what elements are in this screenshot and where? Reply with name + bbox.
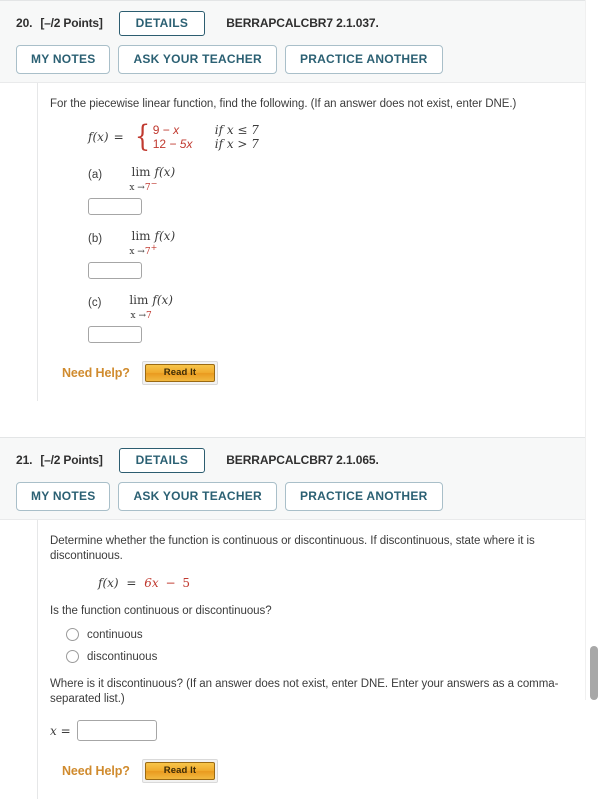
read-it-wrapper: Read It — [141, 759, 219, 783]
limit-function: f(x) — [154, 229, 176, 243]
problem-prompt: Determine whether the function is contin… — [50, 535, 535, 562]
x-answer-row: x = — [50, 720, 601, 741]
limit-part-b: (b) lim f(x) x →7+ — [88, 229, 601, 279]
problem-card-20: 20. [–/2 Points] DETAILS BERRAPCALCBR7 2… — [0, 0, 601, 401]
case-variable: x — [173, 123, 180, 137]
practice-another-button[interactable]: PRACTICE ANOTHER — [284, 482, 443, 511]
problem-header-row-primary: 21. [–/2 Points] DETAILS BERRAPCALCBR7 2… — [0, 447, 601, 473]
piecewise-cases: 9 − x if x ≤ 7 12 − 5x if x > 7 — [153, 123, 259, 151]
function-operator: − — [165, 576, 176, 590]
limit-function: f(x) — [152, 293, 173, 307]
case-numerator: 12 — [152, 137, 167, 151]
radio-option-discontinuous[interactable]: discontinuous — [66, 650, 601, 663]
problem-points: [–/2 Points] — [40, 16, 103, 30]
problem-body-20: For the piecewise linear function, find … — [37, 83, 601, 401]
radio-button-icon[interactable] — [66, 628, 79, 641]
read-it-button[interactable]: Read It — [144, 364, 216, 382]
my-notes-button[interactable]: MY NOTES — [16, 45, 111, 74]
limit-function: f(x) — [154, 165, 176, 179]
equals-sign: = — [126, 576, 137, 590]
answer-input-b[interactable] — [88, 262, 142, 279]
limit-target: 7 — [146, 311, 152, 321]
case-condition: if x > 7 — [214, 137, 259, 151]
practice-another-button[interactable]: PRACTICE ANOTHER — [284, 45, 443, 74]
piecewise-function: f(x) = { 9 − x if x ≤ 7 12 − 5x if x > 7 — [88, 119, 259, 154]
function-term-a: 6x — [144, 576, 159, 590]
problem-number: 20. — [16, 16, 33, 30]
answer-input-a[interactable] — [88, 198, 142, 215]
limit-approach: x → — [129, 183, 145, 193]
problem-card-21: 21. [–/2 Points] DETAILS BERRAPCALCBR7 2… — [0, 437, 601, 799]
details-button[interactable]: DETAILS — [118, 447, 206, 473]
function-definition: f(x) = 6x − 5 — [98, 576, 601, 590]
limit-top-row: lim f(x) — [131, 229, 175, 243]
case-operator: − — [162, 123, 170, 137]
need-help-section-20: Need Help? Read It — [62, 361, 601, 401]
problem-header-row-actions: MY NOTES ASK YOUR TEACHER PRACTICE ANOTH… — [0, 473, 601, 511]
limit-part-c: (c) lim f(x) x →7 — [88, 293, 601, 343]
limit-top-row: lim f(x) — [131, 165, 175, 179]
page-root: 20. [–/2 Points] DETAILS BERRAPCALCBR7 2… — [0, 0, 601, 799]
part-label: (c) — [88, 297, 102, 309]
problem-prompt: For the piecewise linear function, find … — [50, 98, 517, 110]
function-name: f(x) — [88, 130, 109, 144]
case-operator: − — [169, 137, 177, 151]
limit-subscript: x →7 — [131, 311, 172, 321]
need-help-label: Need Help? — [62, 366, 130, 380]
limit-subscript: x →7− — [129, 179, 177, 193]
problem-number: 21. — [16, 453, 33, 467]
case-variable: 5x — [179, 137, 193, 151]
ask-your-teacher-button[interactable]: ASK YOUR TEACHER — [118, 482, 277, 511]
radio-button-icon[interactable] — [66, 650, 79, 663]
part-label: (a) — [88, 169, 103, 181]
problem-code: BERRAPCALCBR7 2.1.037. — [226, 16, 379, 30]
lim-keyword: lim — [131, 229, 151, 243]
question-continuity: Is the function continuous or discontinu… — [50, 605, 272, 617]
problem-header-21: 21. [–/2 Points] DETAILS BERRAPCALCBR7 2… — [0, 437, 601, 520]
ask-your-teacher-button[interactable]: ASK YOUR TEACHER — [118, 45, 277, 74]
lim-keyword: lim — [129, 293, 149, 307]
part-label: (b) — [88, 233, 103, 245]
function-term-b: 5 — [182, 576, 191, 590]
limit-part-a: (a) lim f(x) x →7− — [88, 165, 601, 215]
case-numerator: 9 — [152, 123, 160, 137]
piecewise-case: 9 − x if x ≤ 7 — [153, 123, 259, 137]
read-it-wrapper: Read It — [141, 361, 219, 385]
x-label: x = — [50, 723, 71, 738]
limit-expression: lim f(x) x →7− — [129, 165, 177, 194]
details-button[interactable]: DETAILS — [118, 10, 206, 36]
read-it-button[interactable]: Read It — [144, 762, 216, 780]
radio-option-label: discontinuous — [87, 650, 158, 663]
function-name: f(x) — [98, 576, 119, 590]
radio-option-continuous[interactable]: continuous — [66, 628, 601, 641]
problem-separator — [0, 401, 601, 437]
need-help-label: Need Help? — [62, 764, 130, 778]
problem-header-row-actions: MY NOTES ASK YOUR TEACHER PRACTICE ANOTH… — [0, 36, 601, 74]
x-answer-input[interactable] — [76, 720, 157, 741]
limit-subscript: x →7+ — [129, 243, 177, 257]
my-notes-button[interactable]: MY NOTES — [16, 482, 111, 511]
limit-expression: lim f(x) x →7 — [129, 293, 173, 322]
lim-keyword: lim — [131, 165, 151, 179]
question-where-discontinuous: Where is it discontinuous? (If an answer… — [50, 678, 559, 705]
equals-sign: = — [113, 130, 124, 144]
case-condition: if x ≤ 7 — [214, 123, 259, 137]
problem-points: [–/2 Points] — [40, 453, 103, 467]
vertical-scrollbar[interactable] — [585, 0, 601, 700]
limit-side: + — [150, 243, 158, 252]
piecewise-case: 12 − 5x if x > 7 — [153, 137, 259, 151]
limit-expression: lim f(x) x →7+ — [129, 229, 177, 258]
radio-option-label: continuous — [87, 628, 143, 641]
need-help-section-21: Need Help? Read It — [62, 759, 601, 799]
problem-code: BERRAPCALCBR7 2.1.065. — [226, 453, 379, 467]
problem-header-20: 20. [–/2 Points] DETAILS BERRAPCALCBR7 2… — [0, 0, 601, 83]
problem-body-21: Determine whether the function is contin… — [37, 520, 601, 799]
answer-input-c[interactable] — [88, 326, 142, 343]
scrollbar-thumb[interactable] — [590, 646, 598, 700]
limit-side: − — [150, 179, 158, 188]
problem-header-row-primary: 20. [–/2 Points] DETAILS BERRAPCALCBR7 2… — [0, 10, 601, 36]
limit-approach: x → — [130, 311, 147, 321]
limit-approach: x → — [129, 247, 145, 257]
limit-top-row: lim f(x) — [129, 293, 173, 307]
